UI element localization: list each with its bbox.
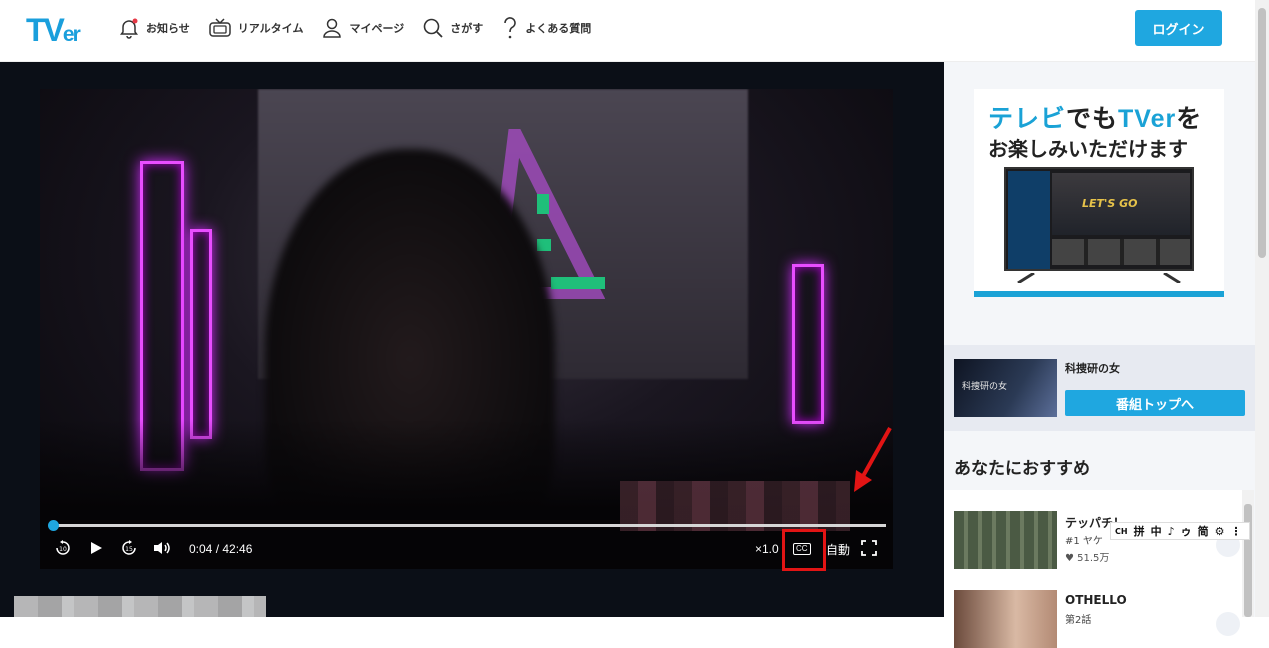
ad-subheadline: お楽しみいただけます: [988, 139, 1188, 161]
ext-chinese-button[interactable]: 中: [1151, 523, 1162, 539]
rewind-icon: 10: [54, 539, 72, 560]
ext-settings-icon[interactable]: ⚙: [1215, 525, 1225, 538]
forward-button[interactable]: 15: [120, 539, 138, 559]
recommend-list: テッパチ！ #1 ヤケ ♥ 51.5万 OTHELLO 第2話: [944, 490, 1242, 648]
login-button[interactable]: ログイン: [1135, 10, 1222, 46]
nav-label: よくある質問: [525, 22, 592, 35]
recommend-thumbnail[interactable]: [954, 511, 1057, 569]
program-title[interactable]: 科捜研の女: [1065, 360, 1120, 376]
tv-illustration: LET'S GO: [1004, 167, 1194, 271]
program-card: 科捜研の女 科捜研の女 番組トップへ: [944, 345, 1255, 431]
recommend-title: OTHELLO: [1065, 593, 1127, 607]
ext-ch-button[interactable]: CH: [1115, 527, 1128, 536]
favorite-button[interactable]: [1216, 612, 1240, 636]
quality-button[interactable]: 自動: [826, 539, 850, 559]
page-scrollbar[interactable]: [1255, 0, 1269, 617]
tv-stand: [1017, 273, 1181, 283]
progress-bar[interactable]: [50, 524, 886, 527]
player-controls: 10 15 0:04 / 42:46 ×1.0 CC 自動: [50, 539, 890, 561]
ext-kana-button[interactable]: ゥ: [1181, 523, 1192, 539]
ext-simplified-button[interactable]: 简: [1198, 523, 1209, 539]
nav-item-search[interactable]: さがす: [422, 14, 483, 42]
current-time: 0:04: [189, 542, 213, 556]
nav-label: リアルタイム: [237, 22, 304, 35]
forward-icon: 15: [120, 539, 138, 560]
recommend-item[interactable]: テッパチ！ #1 ヤケ ♥ 51.5万: [954, 511, 1240, 569]
speed-button[interactable]: ×1.0: [755, 539, 779, 559]
fullscreen-button[interactable]: [861, 539, 877, 559]
volume-icon: [152, 540, 172, 559]
recommend-item[interactable]: OTHELLO 第2話: [954, 590, 1240, 648]
forward-label: 15: [125, 546, 133, 553]
extension-toolbar: CH 拼 中 ♪ ゥ 简 ⚙ ⋮: [1110, 522, 1250, 540]
tv-title-logo: LET'S GO: [1082, 197, 1138, 210]
video-frame[interactable]: [40, 89, 893, 569]
annotation-arrow: [854, 427, 892, 492]
time-separator: /: [212, 542, 223, 556]
recommend-subtitle: #1 ヤケ: [1065, 536, 1103, 547]
tv-content: LET'S GO: [1052, 173, 1190, 235]
nav-label: さがす: [450, 22, 484, 35]
nav-label: お知らせ: [146, 22, 190, 35]
page-scroll-thumb[interactable]: [1258, 8, 1266, 258]
neon-truss-left-small: [190, 229, 212, 439]
ext-audio-button[interactable]: ♪: [1168, 525, 1175, 538]
bell-icon: [118, 17, 140, 39]
duration: 42:46: [222, 542, 253, 556]
progress-thumb[interactable]: [48, 520, 59, 531]
recommend-scrollbar[interactable]: [1242, 490, 1254, 617]
nav-item-notifications[interactable]: お知らせ: [118, 14, 190, 42]
search-icon: [422, 17, 444, 39]
tv-thumbnail-row: [1052, 239, 1190, 265]
recommend-likes: ♥ 51.5万: [1065, 553, 1110, 564]
heart-icon: ♥: [1065, 553, 1078, 564]
cc-highlight-box: [782, 529, 826, 571]
blurred-episode-title: [14, 596, 266, 617]
play-button[interactable]: [88, 539, 104, 559]
program-top-button[interactable]: 番組トップへ: [1065, 390, 1245, 416]
site-header: TVer お知らせ リアルタイム マイページ さがす よくある質問 ログイン: [0, 0, 1255, 62]
nav-item-mypage[interactable]: マイページ: [321, 14, 404, 42]
nav-item-realtime[interactable]: リアルタイム: [208, 14, 304, 42]
recommend-scroll-thumb[interactable]: [1244, 504, 1252, 617]
program-thumbnail[interactable]: 科捜研の女: [954, 359, 1057, 417]
program-thumb-text: 科捜研の女: [962, 382, 1008, 392]
ext-more-icon[interactable]: ⋮: [1230, 525, 1241, 538]
tver-tv-ad-banner[interactable]: テレビでもTVerを お楽しみいただけます LET'S GO: [974, 89, 1224, 297]
tv-icon: [208, 17, 232, 39]
recommend-thumbnail[interactable]: [954, 590, 1057, 648]
rewind-label: 10: [59, 546, 67, 553]
ad-headline: テレビでもTVerを: [988, 105, 1203, 133]
question-icon: [501, 16, 519, 40]
fullscreen-icon: [861, 539, 877, 559]
main-nav: お知らせ リアルタイム マイページ さがす よくある質問: [118, 14, 591, 42]
time-display: 0:04 / 42:46: [189, 539, 252, 559]
ext-pinyin-button[interactable]: 拼: [1134, 523, 1145, 539]
neon-truss-right: [792, 264, 824, 424]
nav-item-faq[interactable]: よくある質問: [501, 14, 591, 42]
tv-menu: [1008, 171, 1050, 269]
user-icon: [321, 17, 343, 39]
play-icon: [88, 540, 104, 559]
nav-label: マイページ: [349, 22, 405, 35]
rewind-button[interactable]: 10: [54, 539, 72, 559]
recommend-subtitle: 第2話: [1065, 615, 1092, 626]
tver-logo[interactable]: TVer: [26, 12, 81, 49]
recommend-heading: あなたにおすすめ: [954, 459, 1090, 478]
volume-button[interactable]: [152, 539, 172, 559]
